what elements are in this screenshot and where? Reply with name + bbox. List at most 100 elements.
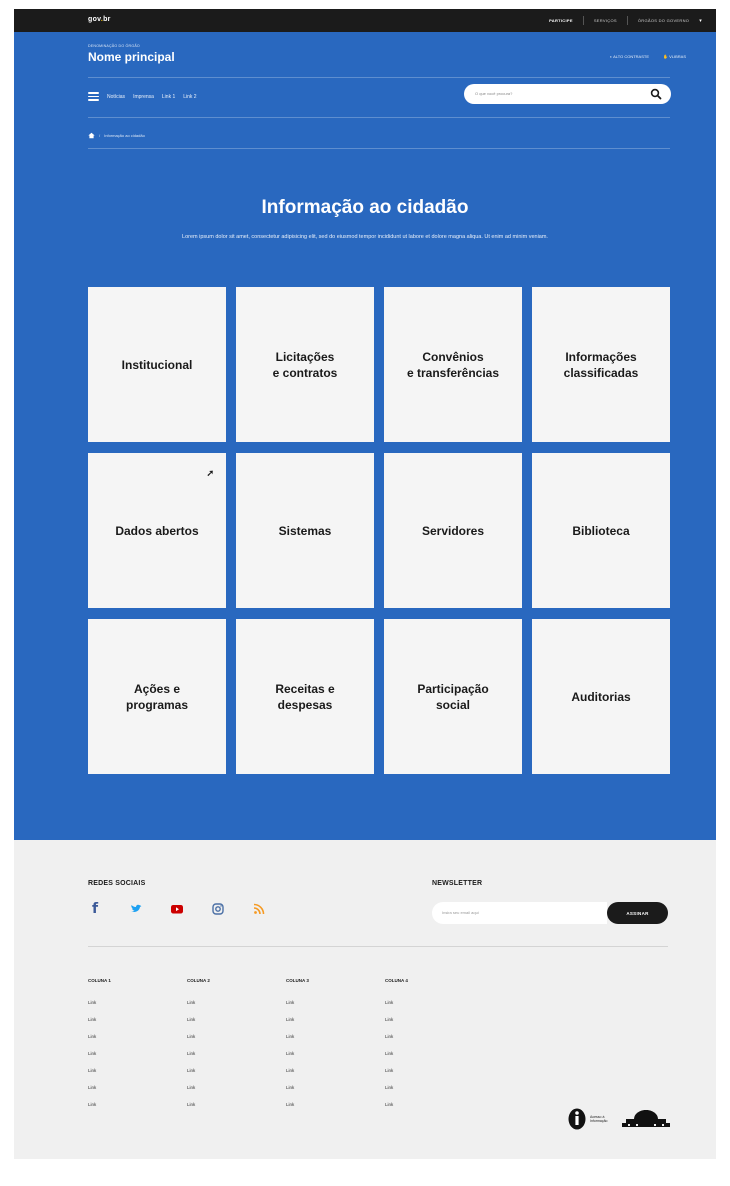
footer-link[interactable]: Link	[286, 1017, 385, 1034]
top-links: PARTICIPE SERVIÇOS ÓRGÃOS DO GOVERNO ▾	[549, 16, 702, 25]
card-label: Licitações e contratos	[272, 349, 338, 380]
card-receitas-despesas[interactable]: Receitas e despesas	[236, 619, 374, 774]
information-icon	[568, 1108, 586, 1130]
footer-column-title: COLUNA 1	[88, 978, 111, 983]
footer-link[interactable]: Link	[187, 1017, 286, 1034]
contrast-link[interactable]: ◐ ALTO CONTRASTE	[610, 54, 649, 59]
footer-link[interactable]: Link	[385, 1068, 484, 1085]
card-dados-abertos[interactable]: ➚ Dados abertos	[88, 453, 226, 608]
card-participacao-social[interactable]: Participação social	[384, 619, 522, 774]
social-title: REDES SOCIAIS	[88, 880, 146, 887]
footer-link[interactable]: Link	[385, 1051, 484, 1068]
footer-link[interactable]: Link	[88, 1034, 187, 1051]
breadcrumb-divider	[88, 148, 670, 149]
header-divider	[88, 77, 670, 78]
footer-link[interactable]: Link	[88, 1068, 187, 1085]
footer-link[interactable]: Link	[187, 1051, 286, 1068]
footer-link[interactable]: Link	[187, 1068, 286, 1085]
card-label: Institucional	[121, 357, 193, 372]
access-to-information-label: Acesso à Informação	[590, 1115, 608, 1123]
top-link-servicos[interactable]: SERVIÇOS	[594, 18, 617, 23]
card-institucional[interactable]: Institucional	[88, 287, 226, 442]
top-links-separator	[626, 16, 628, 25]
menu-item-imprensa[interactable]: Imprensa	[133, 94, 154, 100]
footer-column-1: COLUNA 1 Link Link Link Link Link Link L…	[88, 978, 187, 1119]
chevron-down-icon[interactable]: ▾	[699, 18, 702, 24]
menu-item-link-2[interactable]: Link 2	[183, 94, 196, 100]
footer-link[interactable]: Link	[286, 1000, 385, 1017]
hero: DENOMINAÇÃO DO ÓRGÃO Nome principal ◐ AL…	[14, 32, 716, 840]
card-label: Informações classificadas	[563, 349, 639, 380]
card-acoes-programas[interactable]: Ações e programas	[88, 619, 226, 774]
newsletter-email-field[interactable]: Insira seu email aqui	[432, 902, 607, 924]
footer-link[interactable]: Link	[385, 1000, 484, 1017]
youtube-icon[interactable]	[170, 902, 184, 916]
search-box[interactable]: O que você procura?	[464, 84, 671, 104]
footer-link[interactable]: Link	[187, 1000, 286, 1017]
breadcrumb-separator: /	[99, 133, 101, 138]
gov-logo-prefix: gov	[88, 16, 101, 23]
twitter-icon[interactable]	[129, 902, 143, 916]
breadcrumb-current: Informação ao cidadão	[104, 133, 145, 138]
subscribe-button[interactable]: ASSINAR	[607, 902, 668, 924]
top-link-orgaos[interactable]: ÓRGÃOS DO GOVERNO	[638, 18, 689, 23]
footer-link[interactable]: Link	[286, 1068, 385, 1085]
facebook-icon[interactable]: f	[88, 901, 102, 917]
vlibras-link[interactable]: ✋ VLIBRAS	[663, 54, 686, 59]
search-input[interactable]: O que você procura?	[475, 91, 512, 96]
footer-column-title: COLUNA 2	[187, 978, 210, 983]
card-auditorias[interactable]: Auditorias	[532, 619, 670, 774]
rss-icon[interactable]	[252, 902, 266, 916]
footer-link[interactable]: Link	[286, 1034, 385, 1051]
card-licitacoes[interactable]: Licitações e contratos	[236, 287, 374, 442]
hamburger-menu-icon[interactable]	[88, 92, 99, 101]
card-grid: Institucional Licitações e contratos Con…	[88, 287, 670, 774]
footer-link[interactable]: Link	[187, 1102, 286, 1119]
top-link-participe[interactable]: PARTICIPE	[549, 18, 573, 23]
breadcrumb: / Informação ao cidadão	[88, 132, 145, 139]
card-biblioteca[interactable]: Biblioteca	[532, 453, 670, 608]
footer-link[interactable]: Link	[88, 1051, 187, 1068]
gov-logo[interactable]: gov.br	[88, 16, 111, 23]
card-convenios[interactable]: Convênios e transferências	[384, 287, 522, 442]
footer-link[interactable]: Link	[88, 1000, 187, 1017]
footer-link[interactable]: Link	[286, 1102, 385, 1119]
card-label: Sistemas	[278, 523, 332, 538]
search-icon[interactable]	[650, 88, 662, 100]
card-informacoes-classificadas[interactable]: Informações classificadas	[532, 287, 670, 442]
organ-label: DENOMINAÇÃO DO ÓRGÃO	[88, 44, 140, 48]
card-servidores[interactable]: Servidores	[384, 453, 522, 608]
menu-item-link-1[interactable]: Link 1	[162, 94, 175, 100]
footer-link[interactable]: Link	[286, 1051, 385, 1068]
contrast-label: ALTO CONTRASTE	[613, 54, 649, 59]
footer-link[interactable]: Link	[385, 1102, 484, 1119]
site-name[interactable]: Nome principal	[88, 50, 175, 64]
card-sistemas[interactable]: Sistemas	[236, 453, 374, 608]
footer-link[interactable]: Link	[385, 1017, 484, 1034]
utility-links: ◐ ALTO CONTRASTE ✋ VLIBRAS	[610, 54, 686, 59]
footer-column-4: COLUNA 4 Link Link Link Link Link Link L…	[385, 978, 484, 1119]
footer-link[interactable]: Link	[88, 1085, 187, 1102]
footer-link[interactable]: Link	[88, 1017, 187, 1034]
footer-link[interactable]: Link	[187, 1085, 286, 1102]
footer-link[interactable]: Link	[187, 1034, 286, 1051]
footer-column-title: COLUNA 4	[385, 978, 408, 983]
footer-link[interactable]: Link	[385, 1085, 484, 1102]
top-links-separator	[582, 16, 584, 25]
government-building-logo[interactable]	[620, 1109, 672, 1129]
social-links: f	[88, 901, 266, 917]
footer-link[interactable]: Link	[286, 1085, 385, 1102]
page: gov.br PARTICIPE SERVIÇOS ÓRGÃOS DO GOVE…	[14, 9, 716, 1159]
footer-logos: Acesso à Informação	[568, 1108, 672, 1130]
vlibras-label: VLIBRAS	[669, 54, 686, 59]
footer-link[interactable]: Link	[88, 1102, 187, 1119]
top-bar: gov.br PARTICIPE SERVIÇOS ÓRGÃOS DO GOVE…	[14, 9, 716, 32]
footer-link[interactable]: Link	[385, 1034, 484, 1051]
card-label: Participação social	[417, 681, 489, 712]
instagram-icon[interactable]	[211, 902, 225, 916]
menu-item-noticias[interactable]: Notícias	[107, 94, 125, 100]
home-icon[interactable]	[88, 132, 95, 139]
access-to-information-logo[interactable]: Acesso à Informação	[568, 1108, 610, 1130]
gov-logo-suffix: br	[103, 16, 111, 23]
card-label: Receitas e despesas	[275, 681, 335, 712]
